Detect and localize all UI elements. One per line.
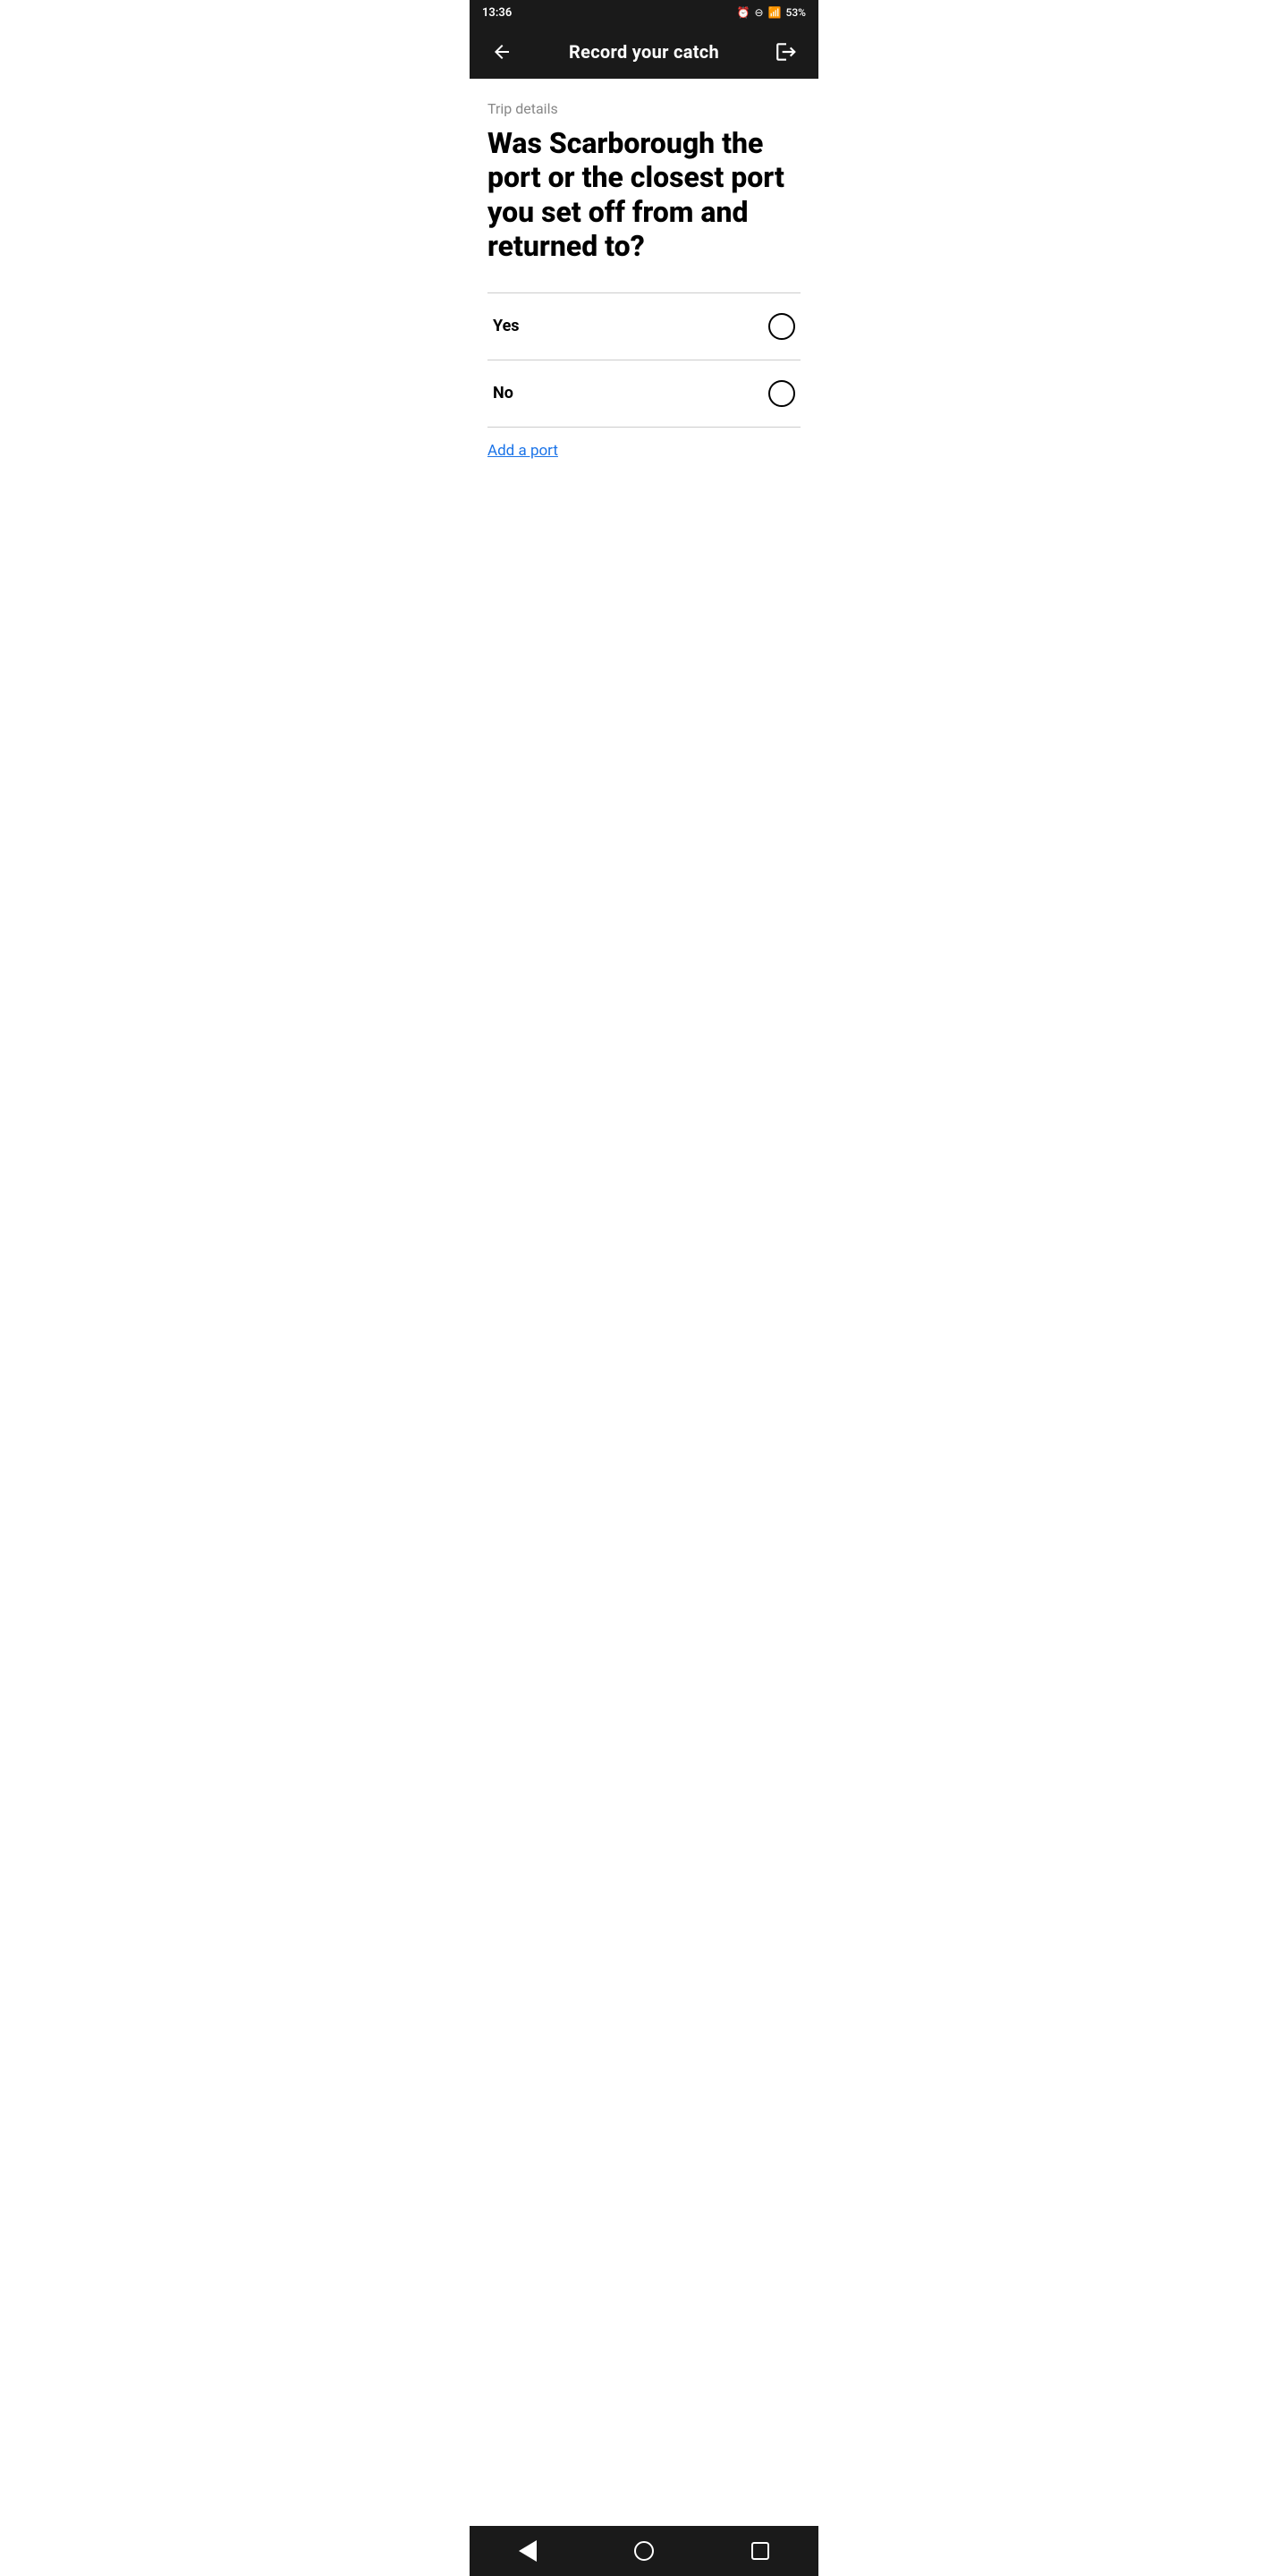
back-triangle-icon	[519, 2540, 537, 2562]
radio-option-yes[interactable]: Yes	[487, 293, 801, 360]
section-label: Trip details	[487, 100, 801, 117]
nav-back-button[interactable]	[505, 2529, 550, 2573]
minus-circle-icon: ⊖	[755, 6, 764, 19]
question-text: Was Scarborough the port or the closest …	[487, 126, 801, 264]
bottom-nav	[470, 2526, 818, 2576]
home-circle-icon	[634, 2541, 654, 2561]
radio-label-no: No	[493, 384, 513, 402]
status-time: 13:36	[482, 6, 512, 20]
nav-recent-button[interactable]	[738, 2529, 783, 2573]
radio-label-yes: Yes	[493, 317, 520, 335]
alarm-icon: ⏰	[737, 6, 750, 19]
bottom-divider	[487, 427, 801, 428]
page-title: Record your catch	[569, 41, 719, 63]
nav-home-button[interactable]	[622, 2529, 666, 2573]
app-bar: Record your catch	[470, 25, 818, 79]
battery-icon: 53%	[786, 6, 806, 19]
recent-apps-icon	[751, 2542, 769, 2560]
back-button[interactable]	[486, 36, 518, 68]
radio-circle-no[interactable]	[768, 380, 795, 407]
signal-icon: 📶	[768, 6, 782, 19]
add-port-link[interactable]: Add a port	[487, 442, 558, 460]
main-content: Trip details Was Scarborough the port or…	[470, 79, 818, 2526]
status-icons: ⏰ ⊖ 📶 53%	[737, 6, 806, 19]
radio-option-no[interactable]: No	[487, 360, 801, 427]
status-bar: 13:36 ⏰ ⊖ 📶 53%	[470, 0, 818, 25]
radio-circle-yes[interactable]	[768, 313, 795, 340]
exit-button[interactable]	[770, 36, 802, 68]
